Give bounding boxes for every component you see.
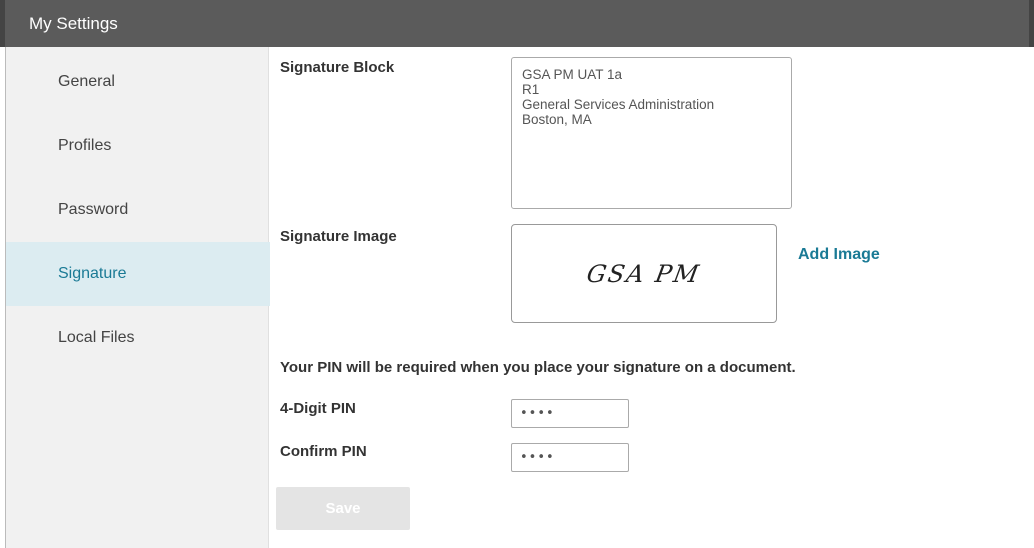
window-title-bar: My Settings bbox=[0, 0, 1034, 47]
confirm-pin-input[interactable] bbox=[511, 443, 629, 472]
sidebar-item-label: Profiles bbox=[58, 137, 112, 154]
signature-settings-panel: Signature Block GSA PM UAT 1a R1 General… bbox=[270, 47, 1034, 548]
signature-block-line: Boston, MA bbox=[522, 112, 592, 127]
signature-block-line: General Services Administration bbox=[522, 97, 715, 112]
page-title: My Settings bbox=[29, 14, 118, 33]
signature-block-line: R1 bbox=[522, 82, 540, 97]
sidebar-item-local-files[interactable]: Local Files bbox=[6, 306, 270, 370]
pin-instructions: Your PIN will be required when you place… bbox=[280, 359, 796, 376]
sidebar-item-label: Local Files bbox=[58, 329, 135, 346]
save-button[interactable]: Save bbox=[276, 487, 410, 530]
sidebar-item-profiles[interactable]: Profiles bbox=[6, 114, 270, 178]
signature-image: GSA PM bbox=[584, 259, 704, 288]
settings-sidebar: General Profiles Password Signature Loca… bbox=[5, 47, 270, 548]
add-image-link[interactable]: Add Image bbox=[798, 246, 880, 264]
confirm-pin-label: Confirm PIN bbox=[280, 443, 367, 460]
pin-label: 4-Digit PIN bbox=[280, 400, 356, 417]
signature-image-box: GSA PM bbox=[511, 224, 777, 323]
sidebar-item-signature[interactable]: Signature bbox=[6, 242, 270, 306]
sidebar-item-label: Signature bbox=[58, 265, 127, 282]
signature-block-line: GSA PM UAT 1a bbox=[522, 67, 623, 82]
sidebar-item-password[interactable]: Password bbox=[6, 178, 270, 242]
signature-block-label: Signature Block bbox=[280, 59, 395, 76]
signature-block-textarea[interactable]: GSA PM UAT 1a R1 General Services Admini… bbox=[511, 57, 792, 209]
sidebar-item-general[interactable]: General bbox=[6, 50, 270, 114]
signature-image-label: Signature Image bbox=[280, 228, 397, 245]
pin-input[interactable] bbox=[511, 399, 629, 428]
sidebar-item-label: Password bbox=[58, 201, 129, 218]
sidebar-item-label: General bbox=[58, 73, 115, 90]
